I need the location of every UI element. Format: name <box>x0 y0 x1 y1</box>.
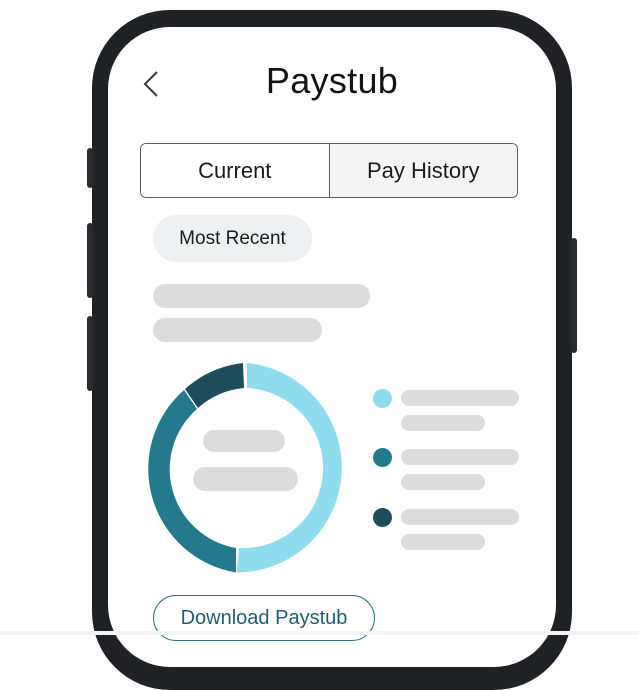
legend-skeleton <box>401 390 519 406</box>
skeleton-line <box>153 318 322 342</box>
legend-skeleton <box>401 474 485 490</box>
tab-pay-history[interactable]: Pay History <box>328 144 517 197</box>
most-recent-filter-chip[interactable]: Most Recent <box>153 215 312 262</box>
legend-dot-light <box>373 389 392 408</box>
legend-dot-medium <box>373 448 392 467</box>
mute-switch <box>87 148 93 188</box>
pay-breakdown-donut <box>143 362 353 574</box>
volume-up-button <box>87 223 93 298</box>
phone-screen: Paystub Current Pay History Most Recent … <box>108 27 556 667</box>
power-button <box>571 238 577 353</box>
donut-segment-deductions <box>185 363 244 408</box>
paystub-tabs: Current Pay History <box>140 143 518 198</box>
page-bottom-edge <box>0 631 639 635</box>
legend-skeleton <box>401 449 519 465</box>
donut-center-skeleton <box>203 430 285 452</box>
skeleton-line <box>153 284 370 308</box>
legend-dot-dark <box>373 508 392 527</box>
tab-current[interactable]: Current <box>141 144 329 197</box>
legend-skeleton <box>401 415 485 431</box>
legend-skeleton <box>401 509 519 525</box>
page-title: Paystub <box>265 60 399 101</box>
volume-down-button <box>87 316 93 391</box>
donut-center-skeleton <box>193 467 298 491</box>
legend-skeleton <box>401 534 485 550</box>
